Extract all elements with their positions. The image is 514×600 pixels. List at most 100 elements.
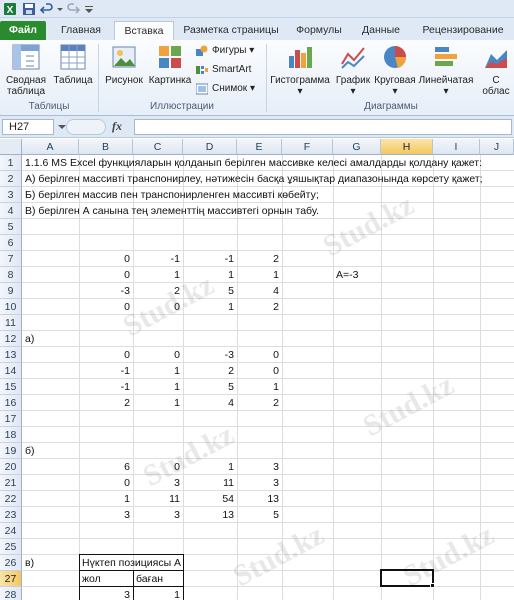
tab-insert[interactable]: Вставка [114,21,174,40]
cell-g8[interactable]: А=-3 [333,267,358,283]
row-header[interactable]: 1 [0,155,22,171]
cell-b15[interactable]: -1 [79,379,133,395]
cell-c22[interactable]: 11 [133,491,183,507]
cell-a4[interactable]: В) берілген А санына тең элементтің масс… [22,203,319,219]
row-header[interactable]: 14 [0,363,22,379]
cell-b16[interactable]: 2 [79,395,133,411]
cell-b10[interactable]: 0 [79,299,133,315]
row-header[interactable]: 28 [0,587,22,600]
cell-a12[interactable]: а) [22,331,34,347]
cell-c21[interactable]: 3 [133,475,183,491]
cell-b26[interactable]: Нүктеп позициясы А [79,555,183,571]
cell-c8[interactable]: 1 [133,267,183,283]
tab-formulas[interactable]: Формулы [290,21,348,40]
cell-d21[interactable]: 11 [183,475,237,491]
cell-b13[interactable]: 0 [79,347,133,363]
pivot-table-button[interactable]: Сводная таблица [2,44,50,97]
cell-d15[interactable]: 5 [183,379,237,395]
cell-b14[interactable]: -1 [79,363,133,379]
column-header-d[interactable]: D [183,139,237,155]
column-header-h[interactable]: H [381,139,433,155]
redo-icon[interactable] [66,2,80,16]
cell-e7[interactable]: 2 [237,251,282,267]
cell-d10[interactable]: 1 [183,299,237,315]
row-header[interactable]: 19 [0,443,22,459]
cell-c27[interactable]: баған [133,571,163,587]
cell-d13[interactable]: -3 [183,347,237,363]
clipart-button[interactable]: Картинка [147,44,193,86]
row-header[interactable]: 5 [0,219,22,235]
column-header-g[interactable]: G [333,139,381,155]
row-header[interactable]: 24 [0,523,22,539]
row-header[interactable]: 15 [0,379,22,395]
screenshot-button[interactable]: Снимок ▾ [196,82,255,96]
cell-c28[interactable]: 1 [133,587,183,600]
picture-button[interactable]: Рисунок [102,44,146,86]
select-all-corner[interactable] [0,139,22,155]
name-box-dropdown-icon[interactable] [58,123,66,131]
cell-b21[interactable]: 0 [79,475,133,491]
cell-a2[interactable]: А) берілген массивті транспонирлеу, нәти… [22,171,483,187]
histogram-button[interactable]: Гистограмма ▾ [268,44,332,97]
insert-function-icon[interactable]: fx [112,119,122,134]
cell-d14[interactable]: 2 [183,363,237,379]
cell-e22[interactable]: 13 [237,491,282,507]
save-icon[interactable] [22,2,36,16]
tab-file[interactable]: Файл [0,21,46,40]
row-header[interactable]: 12 [0,331,22,347]
cell-b8[interactable]: 0 [79,267,133,283]
row-header[interactable]: 17 [0,411,22,427]
row-header[interactable]: 16 [0,395,22,411]
cell-e21[interactable]: 3 [237,475,282,491]
cell-d7[interactable]: -1 [183,251,237,267]
cell-b22[interactable]: 1 [79,491,133,507]
cell-d8[interactable]: 1 [183,267,237,283]
tab-data[interactable]: Данные [354,21,408,40]
column-header-e[interactable]: E [237,139,282,155]
cell-d16[interactable]: 4 [183,395,237,411]
row-header[interactable]: 20 [0,459,22,475]
cell-c7[interactable]: -1 [133,251,183,267]
formula-splitter[interactable] [66,119,106,135]
cell-e13[interactable]: 0 [237,347,282,363]
column-header-f[interactable]: F [282,139,333,155]
row-header[interactable]: 18 [0,427,22,443]
row-header[interactable]: 9 [0,283,22,299]
cell-b27[interactable]: жол [79,571,101,587]
row-header[interactable]: 4 [0,203,22,219]
cell-c20[interactable]: 0 [133,459,183,475]
cell-e8[interactable]: 1 [237,267,282,283]
cell-a3[interactable]: Б) берілген массив пен транспонирленген … [22,187,319,203]
cell-e20[interactable]: 3 [237,459,282,475]
row-header[interactable]: 26 [0,555,22,571]
excel-app-icon[interactable]: X [3,2,17,16]
cell-d23[interactable]: 13 [183,507,237,523]
row-header[interactable]: 22 [0,491,22,507]
row-header[interactable]: 6 [0,235,22,251]
undo-icon[interactable] [40,2,54,16]
cell-c10[interactable]: 0 [133,299,183,315]
cell-e16[interactable]: 2 [237,395,282,411]
smartart-button[interactable]: SmartArt [196,63,251,77]
cell-b7[interactable]: 0 [79,251,133,267]
row-header[interactable]: 2 [0,171,22,187]
cell-d22[interactable]: 54 [183,491,237,507]
undo-dropdown-icon[interactable] [56,2,64,16]
worksheet-grid[interactable]: A B C D E F G H I J 1 2 3 4 5 6 7 8 9 10… [0,139,514,600]
name-box[interactable]: H27 [2,119,54,135]
cell-b23[interactable]: 3 [79,507,133,523]
cell-d9[interactable]: 5 [183,283,237,299]
table-button[interactable]: Таблица [52,44,94,86]
cell-c14[interactable]: 1 [133,363,183,379]
active-cell-selection[interactable] [380,569,434,587]
cell-b20[interactable]: 6 [79,459,133,475]
pie-chart-button[interactable]: Круговая ▾ [374,44,416,97]
line-chart-button[interactable]: График ▾ [333,44,373,97]
row-header[interactable]: 23 [0,507,22,523]
cell-e9[interactable]: 4 [237,283,282,299]
tab-page-layout[interactable]: Разметка страницы [178,21,284,40]
cell-a1[interactable]: 1.1.6 MS Excel функцияларын қолданып бер… [22,155,482,171]
row-header[interactable]: 21 [0,475,22,491]
cell-a26[interactable]: в) [22,555,34,571]
fill-handle[interactable] [430,583,435,588]
